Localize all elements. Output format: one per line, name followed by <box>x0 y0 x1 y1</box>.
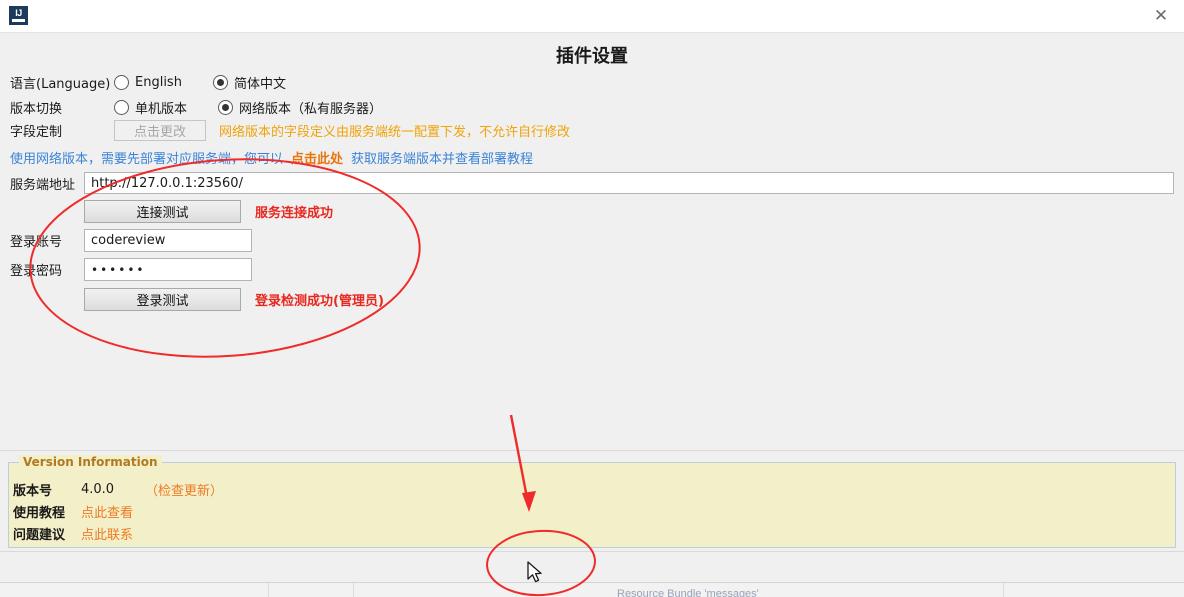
connection-test-row: 连接测试 服务连接成功 <box>84 200 333 223</box>
feedback-link[interactable]: 点此联系 <box>81 524 133 543</box>
password-label: 登录密码 <box>10 264 63 279</box>
login-test-row: 登录测试 登录检测成功(管理员) <box>84 288 384 311</box>
account-row: 登录账号 codereview <box>10 229 252 252</box>
feedback-label: 问题建议 <box>13 528 66 543</box>
field-customization-row: 字段定制 点击更改 网络版本的字段定义由服务端统一配置下发，不允许自行修改 <box>10 120 570 141</box>
field-customization-note: 网络版本的字段定义由服务端统一配置下发，不允许自行修改 <box>219 125 571 140</box>
version-row-feedback: 问题建议 点此联系 <box>13 524 133 543</box>
deploy-hint-after: 获取服务端版本并查看部署教程 <box>351 152 534 167</box>
field-customization-label: 字段定制 <box>10 125 63 140</box>
radio-label: English <box>135 75 182 90</box>
check-update-link[interactable]: （检查更新） <box>145 480 223 499</box>
divider-above-footer <box>0 551 1184 552</box>
mouse-cursor <box>527 561 542 583</box>
version-switch-label: 版本切换 <box>10 102 63 117</box>
login-test-button[interactable]: 登录测试 <box>84 288 241 311</box>
radio-dot-icon <box>114 75 129 90</box>
radio-label: 单机版本 <box>135 102 188 117</box>
tutorial-link[interactable]: 点此查看 <box>81 502 133 521</box>
deploy-hint-link[interactable]: 点击此处 <box>291 148 343 167</box>
version-information-legend: Version Information <box>19 455 162 469</box>
radio-label: 简体中文 <box>233 77 286 92</box>
language-label: 语言(Language) <box>10 77 111 92</box>
deploy-hint-row: 使用网络版本，需要先部署对应服务端，您可以 点击此处 获取服务端版本并查看部署教… <box>10 148 533 167</box>
password-row: 登录密码 •••••• <box>10 258 252 281</box>
version-number-label: 版本号 <box>13 484 53 499</box>
radio-language-english[interactable]: English <box>114 75 182 90</box>
background-ide-bottom-edge: Resource Bundle 'messages' <box>0 582 1184 597</box>
radio-dot-icon <box>218 100 234 115</box>
version-row-tutorial: 使用教程 点此查看 <box>13 502 133 521</box>
radio-label: 网络版本（私有服务器） <box>239 102 383 117</box>
radio-dot-icon <box>212 75 228 90</box>
server-address-row: 服务端地址 http://127.0.0.1:23560/ <box>10 172 1174 194</box>
radio-standalone-version[interactable]: 单机版本 <box>114 98 187 117</box>
dialog-content: 语言(Language) English 简体中文 版本切换 单机版本 网络版本… <box>0 32 1184 597</box>
deploy-hint-before: 使用网络版本，需要先部署对应服务端，您可以 <box>10 152 284 167</box>
version-row-number: 版本号 4.0.0 （检查更新） <box>13 480 223 499</box>
plugin-settings-dialog: IJ ✕ 插件设置 语言(Language) English 简体中文 版本切换 <box>0 0 1184 597</box>
password-input[interactable]: •••••• <box>84 258 252 281</box>
screen: IJ ✕ 插件设置 语言(Language) English 简体中文 版本切换 <box>0 0 1184 597</box>
radio-network-version[interactable]: 网络版本（私有服务器） <box>218 98 382 117</box>
connection-test-button[interactable]: 连接测试 <box>84 200 241 223</box>
intellij-idea-icon: IJ <box>9 6 28 25</box>
tutorial-label: 使用教程 <box>13 506 66 521</box>
radio-dot-icon <box>114 100 129 115</box>
version-switch-row: 版本切换 单机版本 网络版本（私有服务器） <box>10 98 382 117</box>
server-address-input[interactable]: http://127.0.0.1:23560/ <box>84 172 1174 194</box>
login-test-status: 登录检测成功(管理员) <box>255 294 384 309</box>
account-label: 登录账号 <box>10 235 63 250</box>
connection-test-status: 服务连接成功 <box>255 206 334 221</box>
background-ghost-text: Resource Bundle 'messages' <box>617 588 759 597</box>
account-input[interactable]: codereview <box>84 229 252 252</box>
version-number-value: 4.0.0 <box>81 482 115 497</box>
version-information-panel: Version Information 版本号 4.0.0 （检查更新） 使用教… <box>8 455 1176 548</box>
divider-above-version-panel <box>0 450 1184 451</box>
language-row: 语言(Language) English 简体中文 <box>10 73 286 92</box>
server-address-label: 服务端地址 <box>10 177 76 193</box>
radio-language-chinese[interactable]: 简体中文 <box>212 73 286 92</box>
close-icon[interactable]: ✕ <box>1138 0 1184 31</box>
change-fields-button: 点击更改 <box>114 120 206 141</box>
dialog-titlebar: IJ ✕ <box>0 0 1184 33</box>
